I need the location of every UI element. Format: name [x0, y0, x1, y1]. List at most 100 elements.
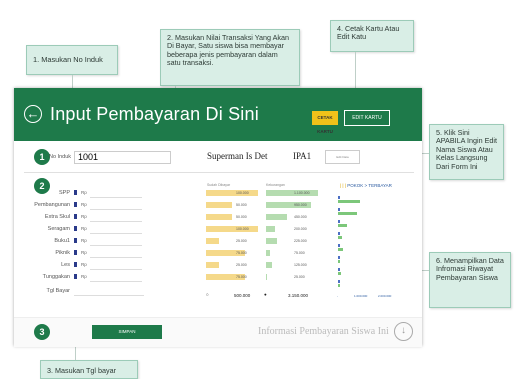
expand-info-button[interactable]: ↓ [394, 322, 413, 341]
payment-amount-input[interactable]: Rp [74, 248, 144, 258]
cetak-kartu-button[interactable]: CETAK KARTU [312, 111, 338, 134]
legend-marker: | | | [340, 183, 347, 188]
bullet-icon [74, 262, 77, 267]
mini-remaining-bar [338, 284, 340, 287]
student-name: Superman Is Det [207, 151, 268, 161]
mini-remaining-bar [338, 272, 341, 275]
callout-tgl-bayar: 3. Masukan Tgl bayar [40, 360, 138, 379]
payment-label: Extra Skul [44, 214, 70, 220]
remaining-bar [266, 262, 272, 268]
payment-amount-input[interactable]: Rp [74, 224, 144, 234]
app-header: ← Input Pembayaran Di Sini CETAK KARTU E… [14, 88, 422, 141]
input-underline [90, 233, 142, 234]
input-underline [90, 197, 142, 198]
tgl-bayar-input[interactable] [74, 287, 144, 296]
payment-label: SPP [58, 190, 70, 196]
currency-label: Rp [81, 274, 87, 279]
callout-edit-data: 5. Klik Sini APABILA Ingin Edit Nama Sis… [429, 124, 504, 180]
bullet-icon [74, 190, 77, 195]
mini-paid-bar [338, 268, 340, 271]
bullet-icon [74, 250, 77, 255]
remaining-bar [266, 190, 318, 196]
remaining-bar [266, 238, 277, 244]
payment-amount-input[interactable]: Rp [74, 200, 144, 210]
col-paid-header: Sudah Dibayar [207, 183, 231, 187]
currency-label: Rp [81, 238, 87, 243]
bullet-icon [74, 226, 77, 231]
remaining-value: 950.000 [294, 203, 307, 207]
chart-legend: | | | POKOK > TERBAYAR [340, 183, 392, 188]
input-underline [90, 257, 142, 258]
mini-paid-bar [338, 256, 340, 259]
student-class: IPA1 [293, 151, 312, 161]
remaining-bar [266, 250, 270, 256]
mini-paid-bar [338, 244, 340, 247]
callout-text: 6. Menampilkan Data Infromasi Riwayat Pe… [436, 256, 504, 282]
currency-label: Rp [81, 262, 87, 267]
remaining-value: 450.000 [294, 215, 307, 219]
payment-amount-input[interactable]: Rp [74, 236, 144, 246]
back-button[interactable]: ← [24, 105, 42, 123]
currency-label: Rp [81, 250, 87, 255]
tgl-bayar-label: Tgl Bayar [46, 288, 70, 294]
paid-bar [206, 226, 258, 232]
callout-text: 4. Cetak Kartu Atau Edit Katu [337, 24, 400, 42]
legend-label: POKOK > TERBAYAR [347, 183, 392, 188]
remaining-value: 25.000 [294, 275, 305, 279]
payment-amount-input[interactable]: Rp [74, 188, 144, 198]
paid-bar [206, 262, 219, 268]
payment-label: Tunggakan [42, 274, 70, 280]
payment-amount-input[interactable]: Rp [74, 272, 144, 282]
paid-value: 50.000 [236, 203, 247, 207]
input-underline [90, 281, 142, 282]
edit-data-button[interactable]: Edit Data [325, 150, 360, 164]
callout-no-induk: 1. Masukan No Induk [26, 45, 118, 75]
callout-riwayat: 6. Menampilkan Data Infromasi Riwayat Pe… [429, 252, 511, 308]
paid-value: 75.000 [236, 275, 247, 279]
callout-nilai-transaksi: 2. Masukan Nilai Transaksi Yang Akan Di … [160, 29, 300, 86]
paid-value: 25.000 [236, 263, 247, 267]
payment-amount-input[interactable]: Rp [74, 260, 144, 270]
chevron-down-circle-icon: ↓ [401, 325, 406, 336]
currency-label: Rp [81, 214, 87, 219]
mini-remaining-bar [338, 224, 347, 227]
remaining-value: 125.000 [294, 263, 307, 267]
paid-bar [206, 238, 219, 244]
simpan-button[interactable]: SIMPAN [92, 325, 162, 339]
callout-text: 1. Masukan No Induk [33, 55, 103, 64]
remaining-value: 225.000 [294, 239, 307, 243]
payment-amount-input[interactable]: Rp [74, 212, 144, 222]
remaining-bar [266, 274, 268, 280]
payment-label: Piknik [55, 250, 70, 256]
page-title: Input Pembayaran Di Sini [50, 104, 259, 124]
bullet-icon [74, 274, 77, 279]
no-induk-input[interactable]: 1001 [74, 151, 171, 164]
paid-value: 75.000 [236, 251, 247, 255]
remaining-value: 200.000 [294, 227, 307, 231]
payment-label: Pembangunan [34, 202, 70, 208]
currency-label: Rp [81, 226, 87, 231]
callout-text: 5. Klik Sini APABILA Ingin Edit Nama Sis… [436, 128, 497, 171]
callout-cetak-kartu: 4. Cetak Kartu Atau Edit Katu [330, 20, 414, 52]
currency-label: Rp [81, 190, 87, 195]
remaining-bar [266, 214, 288, 220]
step-badge-3: 3 [34, 324, 50, 340]
remaining-value: 1.100.000 [294, 191, 310, 195]
paid-value: 50.000 [236, 215, 247, 219]
bullet-icon [74, 202, 77, 207]
total-remaining-icon: ● [264, 292, 267, 297]
paid-bar [206, 214, 232, 220]
edit-kartu-button[interactable]: EDIT KARTU [344, 110, 390, 126]
mini-remaining-bar [338, 248, 343, 251]
payment-form-window: ← Input Pembayaran Di Sini CETAK KARTU E… [14, 88, 422, 347]
mini-paid-bar [338, 232, 340, 235]
paid-value: 25.000 [236, 239, 247, 243]
payment-label: Seragam [47, 226, 70, 232]
mini-paid-bar [338, 208, 340, 211]
callout-text: 2. Masukan Nilai Transaksi Yang Akan Di … [167, 33, 289, 68]
payment-label: Les [61, 262, 70, 268]
total-paid: 500.000 [234, 293, 251, 298]
mini-paid-bar [338, 196, 340, 199]
axis-label: 2.000.000 [378, 294, 392, 298]
mini-paid-bar [338, 280, 340, 283]
